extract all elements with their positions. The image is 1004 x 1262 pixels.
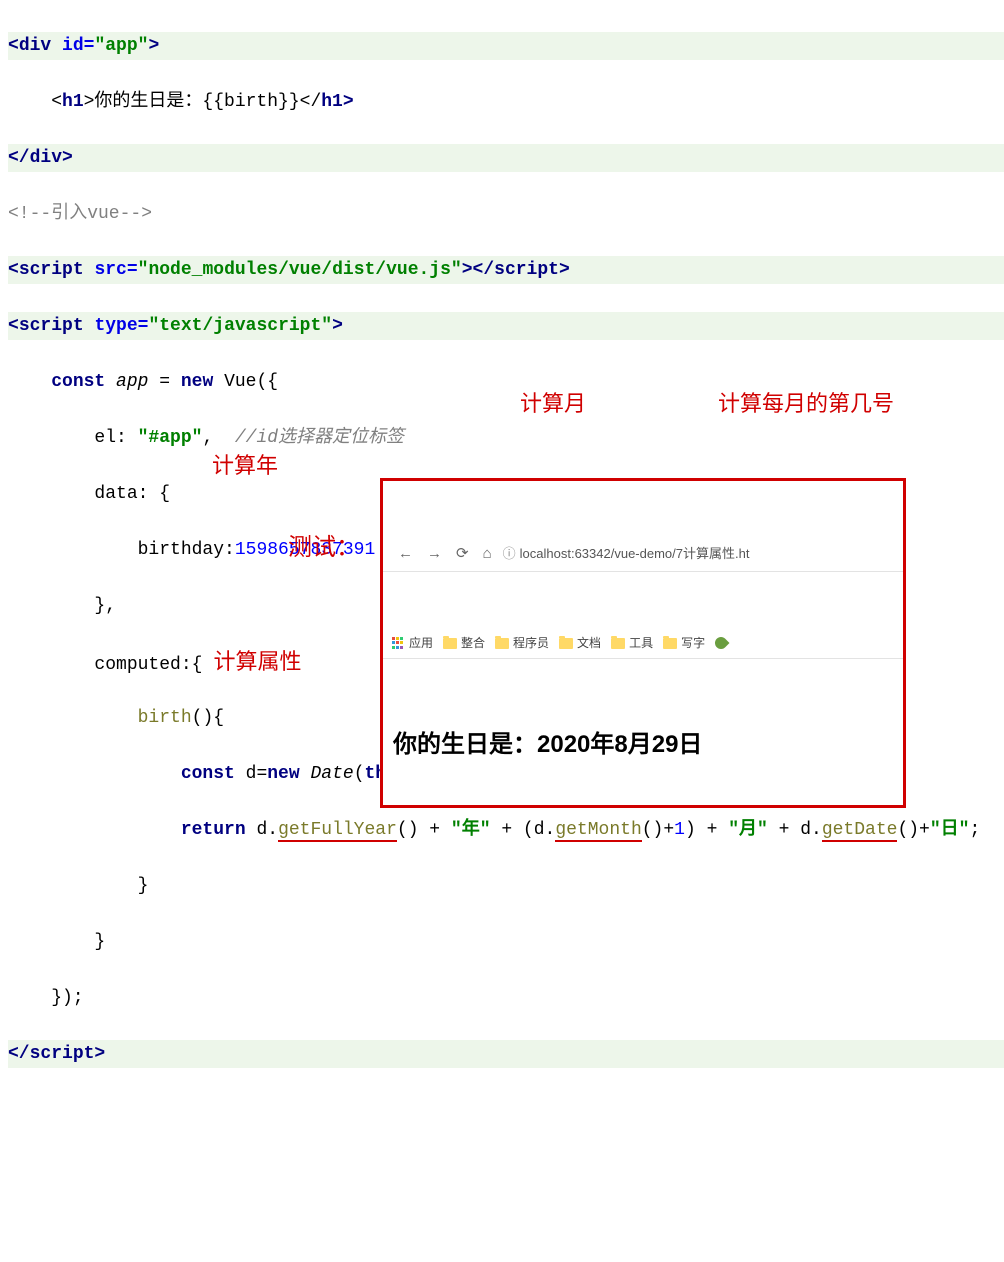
address-bar[interactable]: ⓘlocalhost:63342/vue-demo/7计算属性.ht: [503, 540, 750, 568]
code-line: });: [8, 984, 1004, 1012]
code-block: <div id="app"> <h1>你的生日是：{{birth}}</h1> …: [0, 0, 1004, 1262]
browser-content: 你的生日是：2020年8月29日: [383, 715, 903, 777]
code-line: }: [8, 928, 1004, 956]
info-icon: ⓘ: [503, 546, 516, 561]
forward-icon[interactable]: →: [427, 540, 442, 568]
bookmark-item[interactable]: 程序员: [513, 629, 549, 657]
folder-icon: [443, 638, 457, 649]
folder-icon: [663, 638, 677, 649]
code-line: <script type="text/javascript">: [8, 312, 1004, 340]
annotation-day: 计算每月的第几号: [718, 390, 894, 418]
bookmark-item[interactable]: 整合: [461, 629, 485, 657]
folder-icon: [611, 638, 625, 649]
folder-icon: [495, 638, 509, 649]
code-line: <script src="node_modules/vue/dist/vue.j…: [8, 256, 1004, 284]
browser-toolbar: ← → ⟳ ⌂ ⓘlocalhost:63342/vue-demo/7计算属性.…: [383, 537, 903, 572]
bookmark-item[interactable]: 工具: [629, 629, 653, 657]
code-line: }: [8, 872, 1004, 900]
code-line: </script>: [8, 1040, 1004, 1068]
bookmark-item[interactable]: 文档: [577, 629, 601, 657]
bookmark-item[interactable]: [731, 629, 734, 657]
folder-icon: [559, 638, 573, 649]
annotation-test: 测试：: [288, 534, 360, 562]
code-line: <!--引入vue-->: [8, 200, 1004, 228]
home-icon[interactable]: ⌂: [483, 540, 492, 568]
apps-icon[interactable]: [391, 636, 405, 650]
bookmark-bar: 应用 整合 程序员 文档 工具 写字: [383, 628, 903, 659]
code-line: <h1>你的生日是：{{birth}}</h1>: [8, 88, 1004, 116]
annotation-month: 计算月: [520, 390, 586, 418]
browser-preview: ← → ⟳ ⌂ ⓘlocalhost:63342/vue-demo/7计算属性.…: [380, 478, 906, 808]
back-icon[interactable]: ←: [398, 540, 413, 568]
leaf-icon: [713, 635, 730, 652]
annotation-computed: 计算属性: [202, 649, 301, 674]
apps-label[interactable]: 应用: [409, 629, 433, 657]
code-line: el: "#app", //id选择器定位标签: [8, 424, 1004, 452]
code-line: </div>: [8, 144, 1004, 172]
reload-icon[interactable]: ⟳: [456, 540, 469, 568]
annotation-year: 计算年: [212, 452, 278, 480]
code-line: return d.getFullYear() + "年" + (d.getMon…: [8, 816, 1004, 844]
code-line: <div id="app">: [8, 32, 1004, 60]
bookmark-item[interactable]: 写字: [681, 629, 705, 657]
